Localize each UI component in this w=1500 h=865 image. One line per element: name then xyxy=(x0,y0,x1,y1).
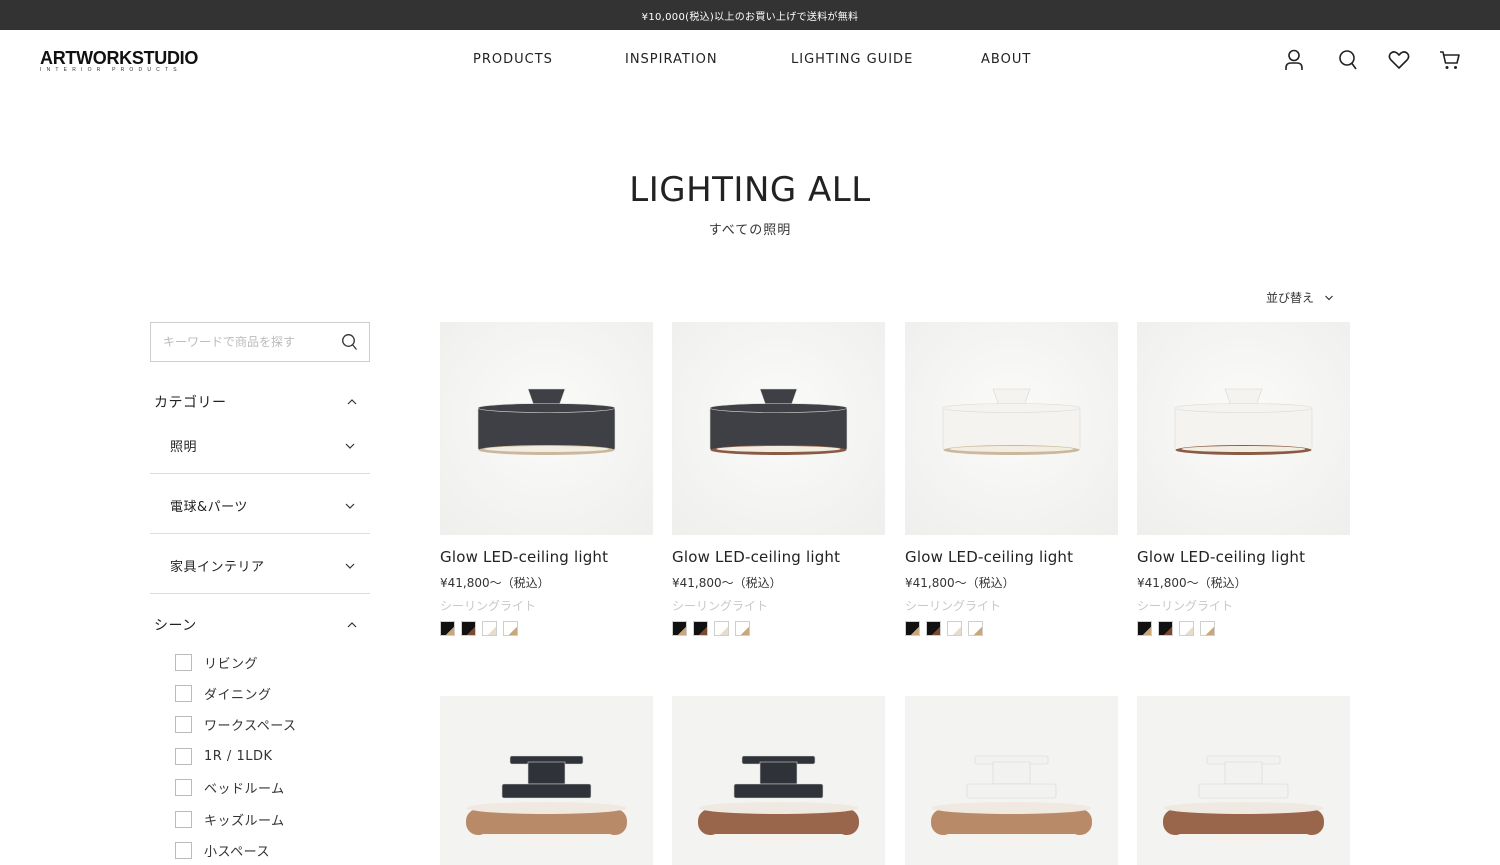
product-image[interactable] xyxy=(1137,696,1350,865)
checkbox[interactable] xyxy=(175,747,192,765)
filter-scene-label: シーン xyxy=(154,618,197,634)
checkbox[interactable] xyxy=(175,715,192,733)
announcement-text: ¥10,000(税込)以上のお買い上げで送料が無料 xyxy=(641,11,859,23)
scene-option-label: キッズルーム xyxy=(204,813,285,829)
heart-icon[interactable] xyxy=(1388,49,1410,71)
chevron-up-icon xyxy=(347,622,357,628)
color-swatch[interactable] xyxy=(926,621,941,636)
checkbox[interactable] xyxy=(175,778,192,796)
scene-option-label: ダイニング xyxy=(204,687,272,703)
product-category: シーリングライト xyxy=(672,599,769,613)
category-item-furniture[interactable]: 家具インテリア xyxy=(150,534,370,594)
product-price: ¥41,800〜（税込） xyxy=(905,576,1015,590)
product-name[interactable]: Glow LED-ceiling light xyxy=(1137,548,1305,566)
brand-name: ARTWORKSTUDIO xyxy=(40,48,199,68)
product-price: ¥41,800〜（税込） xyxy=(1137,576,1247,590)
product-image[interactable] xyxy=(440,322,653,535)
scene-option-bedroom[interactable]: ベッドルーム xyxy=(175,777,285,797)
chevron-down-icon xyxy=(345,503,355,509)
color-swatch[interactable] xyxy=(1137,621,1152,636)
page-subtitle: すべての照明 xyxy=(708,223,792,238)
color-swatches xyxy=(440,621,518,636)
checkbox[interactable] xyxy=(175,653,192,671)
site-header: ARTWORKSTUDIO INTERIOR PRODUCTS PRODUCTS… xyxy=(0,30,1500,90)
color-swatch[interactable] xyxy=(905,621,920,636)
filter-category-label: カテゴリー xyxy=(154,395,227,411)
scene-option-dining[interactable]: ダイニング xyxy=(175,683,272,703)
product-category: シーリングライト xyxy=(440,599,537,613)
scene-option-label: 小スペース xyxy=(204,844,270,860)
brand-tagline: INTERIOR PRODUCTS xyxy=(40,67,182,73)
nav-products[interactable]: PRODUCTS xyxy=(473,52,553,67)
checkbox[interactable] xyxy=(175,810,192,828)
user-icon[interactable] xyxy=(1283,49,1305,71)
chevron-down-icon xyxy=(345,443,355,449)
nav-inspiration[interactable]: INSPIRATION xyxy=(625,52,718,67)
category-item-label: 照明 xyxy=(170,440,198,455)
product-name[interactable]: Glow LED-ceiling light xyxy=(905,548,1073,566)
scene-option-small-space[interactable]: 小スペース xyxy=(175,840,270,860)
nav-lighting-guide[interactable]: LIGHTING GUIDE xyxy=(791,52,913,67)
color-swatches xyxy=(672,621,750,636)
color-swatch[interactable] xyxy=(947,621,962,636)
scene-option-workspace[interactable]: ワークスペース xyxy=(175,714,297,734)
checkbox[interactable] xyxy=(175,684,192,702)
product-image[interactable] xyxy=(440,696,653,865)
brand-logo[interactable]: ARTWORKSTUDIO INTERIOR PRODUCTS xyxy=(40,49,250,73)
sort-label: 並び替え xyxy=(1266,291,1315,305)
checkbox[interactable] xyxy=(175,841,192,859)
cart-icon[interactable] xyxy=(1439,49,1461,71)
color-swatch[interactable] xyxy=(1200,621,1215,636)
color-swatch[interactable] xyxy=(693,621,708,636)
product-name[interactable]: Glow LED-ceiling light xyxy=(440,548,608,566)
color-swatch[interactable] xyxy=(735,621,750,636)
product-category: シーリングライト xyxy=(1137,599,1234,613)
scene-option-label: 1R / 1LDK xyxy=(204,748,273,764)
category-item-bulbs-parts[interactable]: 電球&パーツ xyxy=(150,474,370,534)
product-name[interactable]: Glow LED-ceiling light xyxy=(672,548,840,566)
product-price: ¥41,800〜（税込） xyxy=(672,576,782,590)
product-image[interactable] xyxy=(905,696,1118,865)
color-swatch[interactable] xyxy=(968,621,983,636)
search-icon[interactable] xyxy=(341,333,359,351)
color-swatch[interactable] xyxy=(672,621,687,636)
scene-option-label: ベッドルーム xyxy=(204,781,285,797)
color-swatch[interactable] xyxy=(440,621,455,636)
scene-option-kids-room[interactable]: キッズルーム xyxy=(175,809,285,829)
scene-option-living[interactable]: リビング xyxy=(175,652,258,672)
color-swatches xyxy=(905,621,983,636)
scene-option-label: ワークスペース xyxy=(204,718,297,734)
product-image[interactable] xyxy=(672,322,885,535)
color-swatch[interactable] xyxy=(1179,621,1194,636)
search-input[interactable] xyxy=(151,323,336,361)
search-icon[interactable] xyxy=(1337,49,1359,71)
color-swatch[interactable] xyxy=(714,621,729,636)
color-swatch[interactable] xyxy=(1158,621,1173,636)
product-image[interactable] xyxy=(1137,322,1350,535)
color-swatch[interactable] xyxy=(461,621,476,636)
chevron-down-icon xyxy=(1325,295,1333,300)
scene-option-1r-1ldk[interactable]: 1R / 1LDK xyxy=(175,746,273,766)
sort-dropdown[interactable]: 並び替え xyxy=(1266,289,1334,306)
color-swatches xyxy=(1137,621,1215,636)
page-title: LIGHTING ALL xyxy=(629,170,871,210)
scene-option-label: リビング xyxy=(204,656,259,672)
category-item-label: 家具インテリア xyxy=(170,560,265,575)
product-image[interactable] xyxy=(905,322,1118,535)
nav-about[interactable]: ABOUT xyxy=(981,52,1031,67)
keyword-search xyxy=(150,322,370,362)
filter-scene-header[interactable]: シーン xyxy=(150,613,370,637)
chevron-up-icon xyxy=(347,399,357,405)
announcement-bar: ¥10,000(税込)以上のお買い上げで送料が無料 xyxy=(0,0,1500,30)
category-item-label: 電球&パーツ xyxy=(170,500,248,515)
color-swatch[interactable] xyxy=(503,621,518,636)
product-image[interactable] xyxy=(672,696,885,865)
chevron-down-icon xyxy=(345,563,355,569)
filter-category-header[interactable]: カテゴリー xyxy=(150,390,370,414)
color-swatch[interactable] xyxy=(482,621,497,636)
category-item-lighting[interactable]: 照明 xyxy=(150,414,370,474)
product-price: ¥41,800〜（税込） xyxy=(440,576,550,590)
product-category: シーリングライト xyxy=(905,599,1002,613)
